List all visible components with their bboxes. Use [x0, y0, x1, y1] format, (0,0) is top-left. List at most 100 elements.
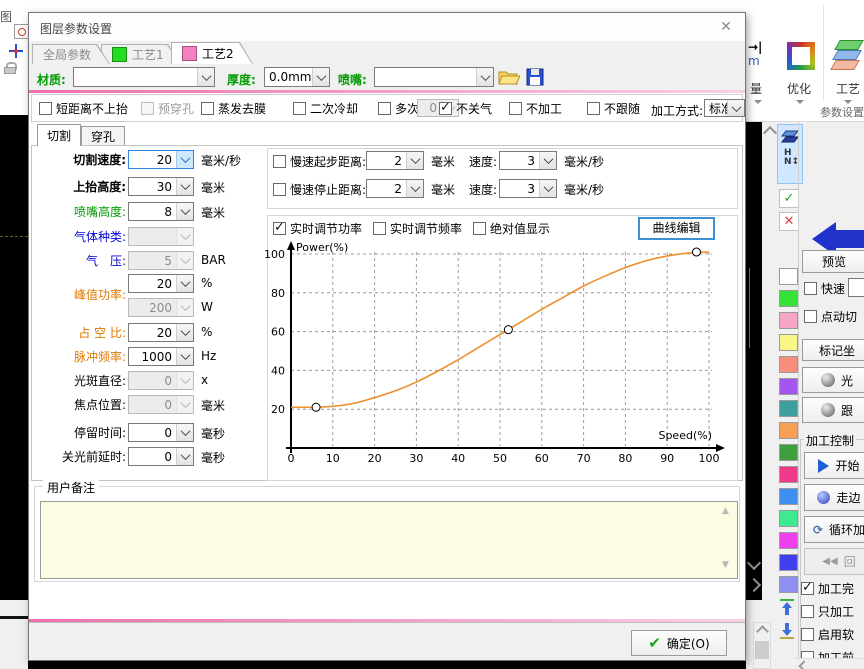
- scroll-thumb[interactable]: [755, 641, 769, 659]
- layer-color-swatch-0[interactable]: [779, 268, 798, 285]
- layer-x-icon[interactable]: ✕: [779, 212, 799, 231]
- ribbon-measure-label[interactable]: 量: [750, 80, 762, 97]
- option2-checkbox-1[interactable]: 不加工: [509, 100, 562, 116]
- curve-marker-1[interactable]: [504, 326, 512, 334]
- mode-combo[interactable]: 标准: [704, 99, 745, 117]
- combo-dropdown-icon[interactable]: [176, 151, 193, 168]
- combo-dropdown-icon[interactable]: [539, 152, 556, 169]
- align-top-icon[interactable]: [777, 597, 797, 617]
- combo-dropdown-icon[interactable]: [176, 424, 193, 441]
- field-combo-10[interactable]: 0: [128, 395, 194, 414]
- align-bottom-icon[interactable]: [777, 621, 797, 641]
- curve-marker-2[interactable]: [692, 248, 700, 256]
- layer-color-swatch-5[interactable]: [779, 378, 798, 395]
- field-combo-9[interactable]: 0: [128, 371, 194, 390]
- thickness-combo[interactable]: 0.0mm: [264, 67, 330, 87]
- field-combo-3[interactable]: [128, 227, 194, 246]
- fast-value-box[interactable]: [848, 278, 864, 297]
- tab-process-1[interactable]: 工艺1: [101, 44, 181, 64]
- scroll-up-arrow[interactable]: [756, 625, 769, 638]
- tab-global-params[interactable]: 全局参数: [32, 44, 110, 64]
- loop-button[interactable]: ⟳循环加: [804, 516, 864, 543]
- sketch-icon[interactable]: [14, 24, 29, 39]
- combo-dropdown-icon[interactable]: [176, 324, 193, 341]
- combo-dropdown-icon[interactable]: [406, 152, 423, 169]
- field-combo-4[interactable]: 5: [128, 251, 194, 270]
- done-checkbox[interactable]: 加工完: [801, 580, 854, 596]
- material-combo[interactable]: [73, 67, 215, 87]
- option-checkbox-3[interactable]: 二次冷却: [293, 100, 358, 116]
- ok-button[interactable]: ✔确定(O): [631, 630, 727, 656]
- option-checkbox-4[interactable]: 多次: [378, 100, 419, 116]
- crosshair-icon[interactable]: [9, 44, 23, 58]
- light-button[interactable]: 光: [802, 367, 864, 393]
- lock-icon[interactable]: [4, 62, 16, 74]
- follow-button[interactable]: 跟: [802, 397, 864, 423]
- layer-color-swatch-2[interactable]: [779, 312, 798, 329]
- field-combo-2[interactable]: 8: [128, 202, 194, 221]
- measure-dropdown-arrow[interactable]: [754, 100, 762, 104]
- close-icon[interactable]: ✕: [717, 18, 735, 36]
- combo-dropdown-icon[interactable]: [176, 252, 193, 269]
- horizontal-scrollbar[interactable]: [795, 658, 864, 669]
- jog-checkbox[interactable]: 点动切: [804, 308, 857, 324]
- user-notes-textarea[interactable]: [40, 501, 738, 579]
- layer-color-swatch-10[interactable]: [779, 488, 798, 505]
- soft-limit-checkbox[interactable]: 启用软: [801, 626, 854, 642]
- layer-color-swatch-14[interactable]: [779, 576, 798, 593]
- layer-color-swatch-4[interactable]: [779, 356, 798, 373]
- combo-dropdown-icon[interactable]: [176, 299, 193, 316]
- back-button[interactable]: ◀◀回: [804, 548, 864, 575]
- tab-process-2[interactable]: 工艺2: [171, 42, 253, 64]
- layer-color-swatch-3[interactable]: [779, 334, 798, 351]
- layer-color-swatch-11[interactable]: [779, 510, 798, 527]
- combo-dropdown-icon[interactable]: [176, 348, 193, 365]
- distance-combo-1[interactable]: 2: [366, 179, 424, 198]
- realtime-frequency-checkbox[interactable]: 实时调节频率: [373, 220, 462, 236]
- open-folder-icon[interactable]: [498, 68, 520, 86]
- combo-dropdown-icon[interactable]: [176, 396, 193, 413]
- field-combo-8[interactable]: 1000: [128, 347, 194, 366]
- notes-scroll-up-icon[interactable]: ▲: [719, 505, 732, 518]
- ribbon-optimize-label[interactable]: 优化: [787, 80, 811, 97]
- combo-dropdown-icon[interactable]: [406, 180, 423, 197]
- curve-edit-button[interactable]: 曲线编辑: [638, 217, 715, 240]
- distance-combo-0[interactable]: 2: [366, 151, 424, 170]
- option-checkbox-1[interactable]: 预穿孔: [141, 100, 194, 116]
- layer-color-swatch-12[interactable]: [779, 532, 798, 549]
- field-combo-6[interactable]: 200: [128, 298, 194, 317]
- fast-checkbox[interactable]: 快速: [804, 280, 845, 296]
- preview-button[interactable]: 预览: [802, 250, 864, 273]
- slow-checkbox-0[interactable]: 慢速起步: [273, 153, 338, 169]
- save-icon[interactable]: [526, 68, 544, 86]
- notes-scroll-down-icon[interactable]: ▼: [719, 559, 732, 572]
- layer-color-swatch-6[interactable]: [779, 400, 798, 417]
- start-button[interactable]: 开始: [804, 452, 864, 479]
- field-combo-0[interactable]: 20: [128, 150, 194, 169]
- combo-dropdown-icon[interactable]: [176, 275, 193, 292]
- ribbon-craft-label[interactable]: 工艺: [836, 80, 860, 97]
- combo-dropdown-icon[interactable]: [176, 448, 193, 465]
- field-combo-5[interactable]: 20: [128, 274, 194, 293]
- combo-dropdown-icon[interactable]: [176, 178, 193, 195]
- field-combo-11[interactable]: 0: [128, 423, 194, 442]
- combo-dropdown-icon[interactable]: [176, 203, 193, 220]
- layer-color-swatch-8[interactable]: [779, 444, 798, 461]
- field-combo-7[interactable]: 20: [128, 323, 194, 342]
- layer-color-swatch-7[interactable]: [779, 422, 798, 439]
- option2-checkbox-0[interactable]: 不关气: [439, 100, 492, 116]
- combo-dropdown-icon[interactable]: [176, 372, 193, 389]
- field-combo-1[interactable]: 30: [128, 177, 194, 196]
- layer-check-icon[interactable]: ✓: [779, 189, 799, 208]
- curve-marker-0[interactable]: [312, 403, 320, 411]
- option2-checkbox-2[interactable]: 不跟随: [587, 100, 640, 116]
- option-checkbox-2[interactable]: 蒸发去膜: [201, 100, 266, 116]
- optimize-dropdown-arrow[interactable]: [796, 100, 804, 104]
- speed-combo-1[interactable]: 3: [499, 179, 557, 198]
- layer-color-swatch-9[interactable]: [779, 466, 798, 483]
- field-combo-12[interactable]: 0: [128, 447, 194, 466]
- combo-dropdown-icon[interactable]: [727, 100, 744, 116]
- slow-checkbox-1[interactable]: 慢速停止: [273, 181, 338, 197]
- nozzle-combo[interactable]: [374, 67, 494, 87]
- layer-tool-selected[interactable]: HN↕: [777, 124, 803, 184]
